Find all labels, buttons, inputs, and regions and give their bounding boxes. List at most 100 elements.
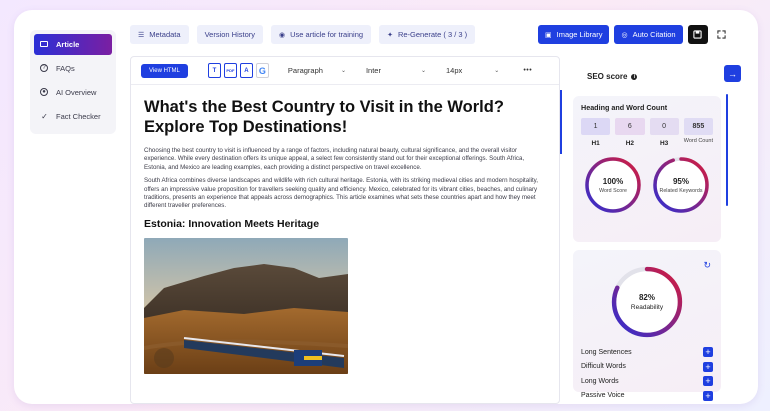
doc-export-icon[interactable]: A <box>239 63 253 78</box>
article-icon <box>40 40 49 49</box>
metadata-label: Metadata <box>149 30 181 39</box>
issue-label: Long Words <box>581 377 619 385</box>
related-keywords-value: 95% <box>672 176 689 186</box>
h3-count-value: 0 <box>649 118 679 135</box>
version-history-button[interactable]: Version History <box>196 25 263 44</box>
sidebar-item-fact-checker[interactable]: ✓ Fact Checker <box>34 106 112 127</box>
sidebar-item-article[interactable]: Article <box>34 34 112 55</box>
use-for-training-button[interactable]: ◉ Use article for training <box>271 25 372 44</box>
google-docs-icon[interactable]: G <box>255 63 269 78</box>
auto-citation-button[interactable]: ◎ Auto Citation <box>614 25 683 44</box>
editor-toolbar: View HTML T PDF A G Paragraph ⌄ Inter ⌄ … <box>131 57 559 85</box>
article-paragraph: South Africa combines diverse landscapes… <box>144 177 539 210</box>
h2-count-value: 6 <box>615 118 645 135</box>
heading-word-count-card: Heading and Word Count 1 H1 6 H2 0 H3 85… <box>573 96 721 242</box>
sidebar-item-ai-overview[interactable]: ● AI Overview <box>34 82 112 103</box>
training-icon: ◉ <box>279 31 286 39</box>
h2-count: 6 H2 <box>615 118 645 147</box>
version-history-label: Version History <box>204 30 255 39</box>
check-icon: ✓ <box>41 112 48 121</box>
info-icon[interactable]: i <box>631 73 638 80</box>
save-icon <box>693 30 702 39</box>
word-count-value: 855 <box>683 118 713 135</box>
sidebar-item-faqs[interactable]: ? FAQs <box>34 58 112 79</box>
plus-icon[interactable]: + <box>703 347 713 358</box>
readability-card: ↻ 82% Readability Long Sentences + Diffi… <box>573 250 721 401</box>
app-frame: Article ? FAQs ● AI Overview ✓ Fact Chec… <box>14 10 758 404</box>
article-editor[interactable]: View HTML T PDF A G Paragraph ⌄ Inter ⌄ … <box>130 56 560 404</box>
word-count: 855 Word Count <box>683 118 713 147</box>
issue-label: Long Sentences <box>581 348 632 356</box>
metadata-button[interactable]: ☰ Metadata <box>130 25 189 44</box>
seo-score-header: SEO score i <box>587 72 638 81</box>
auto-citation-label: Auto Citation <box>632 30 676 39</box>
word-score-ring: 100% Word Score <box>583 155 643 215</box>
text-format-icon[interactable]: T <box>207 63 221 78</box>
top-right-actions: ▣ Image Library ◎ Auto Citation <box>538 25 731 44</box>
readability-value: 82% <box>638 293 655 302</box>
expand-icon[interactable] <box>713 25 731 44</box>
h1-count: 1 H1 <box>581 118 611 147</box>
word-score-value: 100% <box>602 176 624 186</box>
readability-ring: 82% Readability <box>609 264 685 340</box>
image-icon: ▣ <box>545 31 552 39</box>
sidebar-item-label: FAQs <box>56 64 75 73</box>
article-title: What's the Best Country to Visit in the … <box>144 98 504 136</box>
question-circle-icon: ? <box>40 64 49 73</box>
font-size-select[interactable]: 14px ⌄ <box>446 66 499 75</box>
plus-icon[interactable]: + <box>703 376 713 387</box>
word-count-label: Word Count <box>683 138 713 144</box>
h3-count: 0 H3 <box>649 118 679 147</box>
issue-label: Passive Voice <box>581 392 625 400</box>
use-for-training-label: Use article for training <box>290 30 364 39</box>
sidebar: Article ? FAQs ● AI Overview ✓ Fact Chec… <box>30 30 116 134</box>
paragraph-style-value: Paragraph <box>287 66 323 75</box>
readability-label: Readability <box>630 304 664 311</box>
image-library-button[interactable]: ▣ Image Library <box>538 25 610 44</box>
font-size-value: 14px <box>446 66 463 75</box>
heading-counts: 1 H1 6 H2 0 H3 855 Word Count <box>581 118 713 147</box>
plus-icon[interactable]: + <box>703 361 713 372</box>
related-keywords-label: Related Keywords <box>659 187 703 194</box>
score-rings: 100% Word Score 95% Related Keywords <box>581 155 713 215</box>
view-html-button[interactable]: View HTML <box>141 63 188 78</box>
save-button[interactable] <box>687 25 708 44</box>
article-paragraph: Choosing the best country to visit is in… <box>144 147 525 171</box>
sidebar-item-label: Article <box>56 40 80 49</box>
seo-panel-scrollbar[interactable] <box>726 94 728 206</box>
article-heading: Estonia: Innovation Meets Heritage <box>144 217 320 230</box>
issue-difficult-words[interactable]: Difficult Words + <box>581 360 713 375</box>
issue-long-words[interactable]: Long Words + <box>581 374 713 389</box>
sidebar-item-label: Fact Checker <box>56 112 101 121</box>
word-score-label: Word Score <box>599 187 627 194</box>
seo-panel-arrow-button[interactable]: → <box>724 65 741 82</box>
h1-count-value: 1 <box>581 118 611 135</box>
regenerate-button[interactable]: ✦ Re-Generate ( 3 / 3 ) <box>379 25 476 44</box>
top-toolbar: ☰ Metadata Version History ◉ Use article… <box>130 25 476 44</box>
sidebar-item-label: AI Overview <box>56 88 97 97</box>
chevron-down-icon: ⌄ <box>340 68 346 74</box>
seo-score-title: SEO score <box>587 72 628 81</box>
readability-issues: Long Sentences + Difficult Words + Long … <box>581 345 713 403</box>
image-library-label: Image Library <box>556 30 603 39</box>
editor-content[interactable]: What's the Best Country to Visit in the … <box>131 85 559 374</box>
refresh-icon[interactable]: ↻ <box>703 260 711 271</box>
regenerate-icon: ✦ <box>387 31 393 39</box>
more-options-icon[interactable]: ••• <box>523 67 532 74</box>
font-family-value: Inter <box>365 66 381 75</box>
h1-count-label: H1 <box>591 140 600 147</box>
regenerate-label: Re-Generate ( 3 / 3 ) <box>397 30 468 39</box>
font-family-select[interactable]: Inter ⌄ <box>366 66 426 75</box>
chevron-down-icon: ⌄ <box>420 68 427 74</box>
plus-icon[interactable]: + <box>703 390 713 401</box>
related-keywords-ring: 95% Related Keywords <box>651 155 711 215</box>
issue-long-sentences[interactable]: Long Sentences + <box>581 345 713 360</box>
h2-count-label: H2 <box>625 140 635 147</box>
overview-icon: ● <box>40 88 49 97</box>
article-image <box>144 237 348 374</box>
view-html-label: View HTML <box>149 67 180 74</box>
pdf-export-icon[interactable]: PDF <box>223 63 237 78</box>
editor-scrollbar[interactable] <box>560 90 562 154</box>
issue-passive-voice[interactable]: Passive Voice + <box>581 389 713 404</box>
paragraph-style-select[interactable]: Paragraph ⌄ <box>288 66 346 75</box>
